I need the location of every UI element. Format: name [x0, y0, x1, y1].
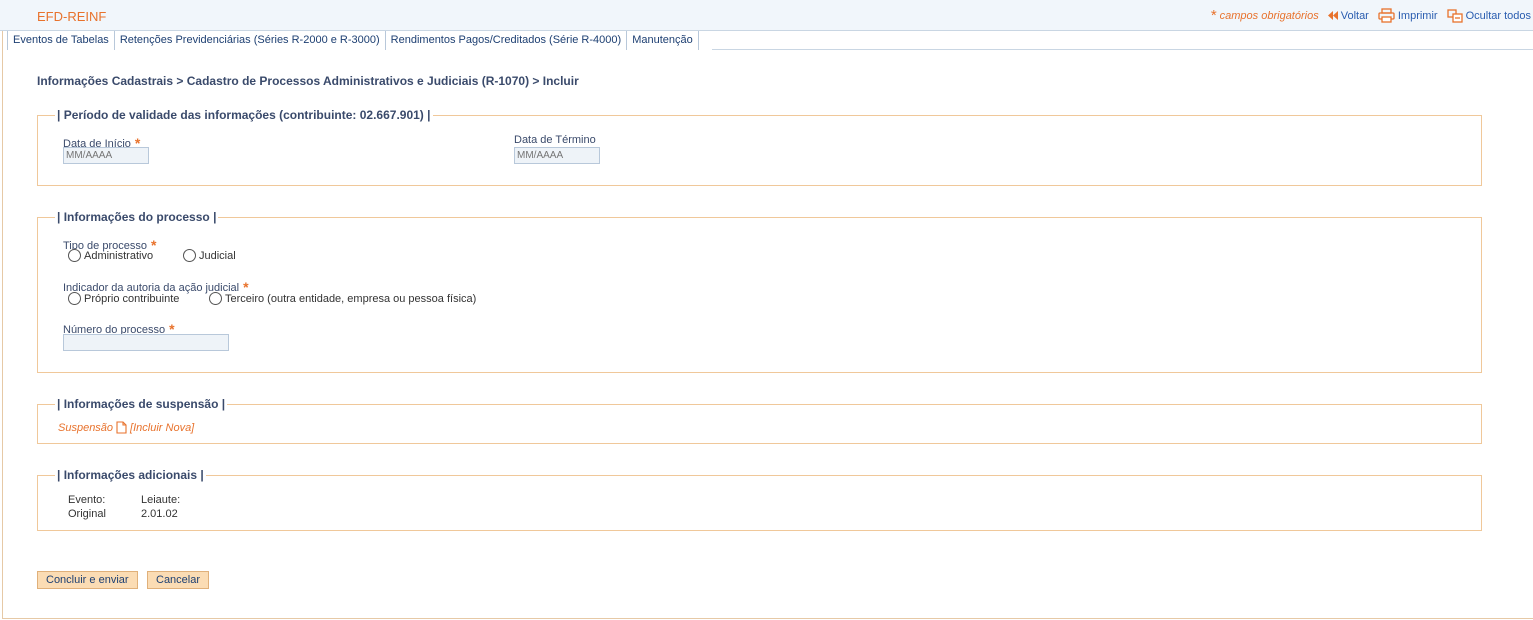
- suspension-label: Suspensão: [58, 421, 114, 434]
- suspension-section: | Informações de suspensão |: [37, 397, 1482, 444]
- collapse-windows-icon: [1446, 8, 1463, 23]
- hide-all-label: Ocultar todos: [1465, 9, 1531, 22]
- tab-eventos-de-tabelas[interactable]: Eventos de Tabelas: [7, 31, 115, 50]
- process-legend: | Informações do processo |: [57, 210, 217, 224]
- radio-circle[interactable]: [68, 292, 81, 305]
- cancel-button[interactable]: Cancelar: [147, 571, 210, 589]
- new-document-icon[interactable]: [116, 421, 127, 434]
- tab-manutencao[interactable]: Manutenção: [627, 31, 699, 50]
- radio-circle[interactable]: [209, 292, 222, 305]
- start-date-input[interactable]: [63, 147, 149, 164]
- process-number-input[interactable]: [63, 334, 229, 351]
- double-chevron-left-icon: [1327, 11, 1338, 20]
- print-label: Imprimir: [1397, 9, 1438, 22]
- add-suspension-link[interactable]: [Incluir Nova]: [130, 422, 194, 434]
- event-label: Evento:: [68, 494, 106, 506]
- additional-section: | Informações adicionais |: [37, 468, 1482, 531]
- validity-section: | Período de validade das informações (c…: [37, 108, 1482, 186]
- radio-proprio-label: Próprio contribuinte: [84, 292, 180, 305]
- radio-administrativo[interactable]: Administrativo: [68, 249, 153, 262]
- top-actions: * campos obrigatórios Voltar Imprimir Oc…: [1211, 8, 1531, 23]
- suspension-legend: | Informações de suspensão |: [57, 397, 226, 411]
- breadcrumb: Informações Cadastrais > Cadastro de Pro…: [37, 74, 579, 88]
- hide-all-link[interactable]: Ocultar todos: [1446, 8, 1531, 23]
- submit-button[interactable]: Concluir e enviar: [37, 571, 138, 589]
- tabs-divider: [712, 49, 1533, 50]
- required-fields-note: * campos obrigatórios: [1210, 6, 1319, 24]
- back-label: Voltar: [1340, 9, 1369, 22]
- radio-circle[interactable]: [68, 249, 81, 262]
- additional-legend: | Informações adicionais |: [57, 468, 204, 482]
- layout-label: Leiaute:: [141, 494, 181, 506]
- required-star-icon: *: [1210, 6, 1217, 24]
- radio-judicial-label: Judicial: [199, 249, 236, 262]
- radio-terceiro[interactable]: Terceiro (outra entidade, empresa ou pes…: [209, 292, 476, 305]
- back-link[interactable]: Voltar: [1327, 9, 1369, 22]
- required-fields-label: campos obrigatórios: [1219, 9, 1319, 22]
- validity-legend: | Período de validade das informações (c…: [57, 108, 431, 122]
- radio-judicial[interactable]: Judicial: [183, 249, 236, 262]
- tab-rendimentos-pagos[interactable]: Rendimentos Pagos/Creditados (Série R-40…: [385, 31, 628, 50]
- suspension-row: Suspensão [Incluir Nova]: [58, 421, 194, 434]
- end-date-input[interactable]: [514, 147, 600, 164]
- radio-terceiro-label: Terceiro (outra entidade, empresa ou pes…: [225, 292, 477, 305]
- event-value: Original: [68, 508, 106, 520]
- main-tabs: Eventos de Tabelas Retenções Previdenciá…: [7, 31, 699, 50]
- layout-value: 2.01.02: [141, 508, 178, 520]
- print-link[interactable]: Imprimir: [1378, 8, 1438, 23]
- tab-retencoes-previdenciarias[interactable]: Retenções Previdenciárias (Séries R-2000…: [114, 31, 386, 50]
- radio-administrativo-label: Administrativo: [84, 249, 154, 262]
- header-bar: EFD-REINF * campos obrigatórios Voltar I…: [0, 0, 1533, 31]
- radio-proprio-contribuinte[interactable]: Próprio contribuinte: [68, 292, 179, 305]
- printer-icon: [1378, 8, 1395, 23]
- end-date-label: Data de Término: [514, 134, 596, 146]
- radio-circle[interactable]: [183, 249, 196, 262]
- app-title: EFD-REINF: [37, 9, 107, 24]
